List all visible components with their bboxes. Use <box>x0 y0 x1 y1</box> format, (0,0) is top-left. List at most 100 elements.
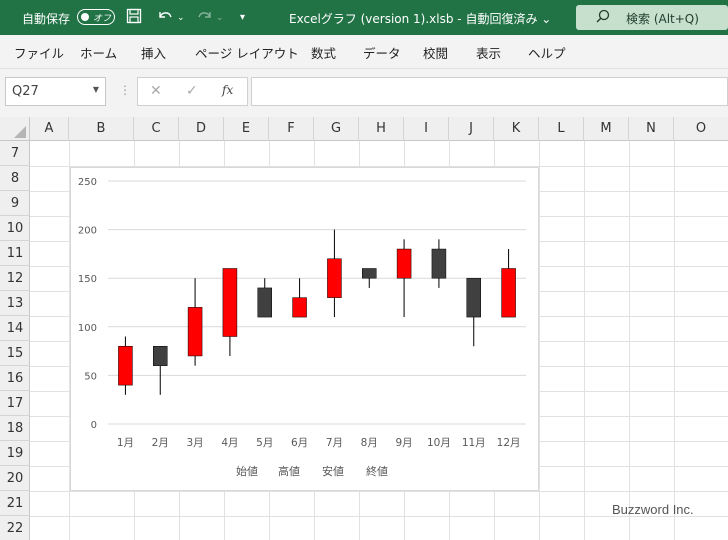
formula-bar-area: Q27 ▼ ⋮ ✕ ✓ fx <box>0 69 728 117</box>
autosave-toggle[interactable]: オフ <box>77 9 115 25</box>
undo-icon[interactable] <box>156 8 174 28</box>
row-header[interactable]: 19 <box>0 441 30 466</box>
legend-entry: 高値 <box>278 464 300 478</box>
chart-plot: 0 50 100 150 200 250 1月 2月 3月 4月 5月 6月 7月 8月 9月 10月 11月 1… <box>78 177 526 478</box>
x-tick-label: 3月 <box>186 437 203 449</box>
column-header[interactable]: I <box>404 117 449 141</box>
document-title[interactable]: Excelグラフ (version 1).xlsb - 自動回復済み ⌄ <box>289 10 551 27</box>
x-tick-label: 10月 <box>427 437 451 449</box>
column-header[interactable]: M <box>584 117 629 141</box>
cancel-icon[interactable]: ✕ <box>150 83 162 99</box>
x-tick-label: 7月 <box>326 437 343 449</box>
undo-dropdown-icon[interactable]: ⌄ <box>177 13 185 23</box>
y-tick-label: 0 <box>91 420 97 431</box>
candle-body <box>187 307 203 357</box>
candle-body <box>153 345 168 366</box>
column-header[interactable]: G <box>314 117 359 141</box>
title-bar: 自動保存 オフ ⌄ ⌄ ▾ Excelグラフ (version 1).xlsb … <box>0 0 728 35</box>
candle-body <box>396 248 412 279</box>
column-header[interactable]: F <box>269 117 314 141</box>
column-header[interactable]: H <box>359 117 404 141</box>
legend-entry: 始値 <box>236 464 258 478</box>
legend-entry: 安値 <box>322 464 344 478</box>
tab-insert[interactable]: 挿入 <box>141 43 166 62</box>
candle-body <box>501 268 516 318</box>
x-tick-label: 6月 <box>291 437 308 449</box>
x-tick-label: 4月 <box>221 437 238 449</box>
y-tick-label: 250 <box>78 177 97 188</box>
column-header[interactable]: L <box>539 117 584 141</box>
redo-dropdown-icon[interactable]: ⌄ <box>216 13 224 23</box>
select-all-button[interactable] <box>0 117 30 141</box>
tab-review[interactable]: 校閲 <box>423 43 448 62</box>
column-headers: A B C D E F G H I J K L M N O <box>0 117 728 141</box>
formula-input[interactable] <box>251 77 728 106</box>
name-box-value: Q27 <box>12 84 39 99</box>
autosave-label: 自動保存 <box>22 12 71 26</box>
row-header[interactable]: 16 <box>0 366 30 391</box>
more-options-icon[interactable]: ⋮ <box>119 83 131 97</box>
name-box[interactable]: Q27 ▼ <box>5 77 106 106</box>
y-tick-label: 100 <box>78 323 97 334</box>
candle-body <box>257 287 272 318</box>
select-all-triangle-icon <box>14 126 26 138</box>
row-header[interactable]: 21 <box>0 491 30 516</box>
autosave-state: オフ <box>93 14 112 24</box>
x-tick-label: 9月 <box>395 437 412 449</box>
tab-view[interactable]: 表示 <box>476 43 501 62</box>
candle-body <box>362 268 377 279</box>
row-header[interactable]: 22 <box>0 516 30 540</box>
insert-function-icon[interactable]: fx <box>222 83 233 97</box>
row-header[interactable]: 15 <box>0 341 30 366</box>
column-header[interactable]: A <box>30 117 69 141</box>
search-box[interactable]: 検索 (Alt+Q) <box>576 5 728 30</box>
tab-home[interactable]: ホーム <box>80 43 117 62</box>
tab-page-layout[interactable]: ページ レイアウト <box>195 43 299 62</box>
y-tick-label: 150 <box>78 274 97 285</box>
row-header[interactable]: 8 <box>0 166 30 191</box>
customize-qat-icon[interactable]: ▾ <box>240 12 245 23</box>
row-header[interactable]: 10 <box>0 216 30 241</box>
x-tick-label: 12月 <box>497 437 521 449</box>
row-header[interactable]: 18 <box>0 416 30 441</box>
row-headers: 7 8 9 10 11 12 13 14 15 16 17 18 19 20 2… <box>0 141 30 540</box>
chevron-down-icon[interactable]: ▼ <box>93 85 99 94</box>
ribbon-tabs: ファイル ホーム 挿入 ページ レイアウト 数式 データ 校閲 表示 ヘルプ <box>0 35 728 69</box>
enter-icon[interactable]: ✓ <box>186 83 198 99</box>
column-header[interactable]: D <box>179 117 224 141</box>
y-tick-label: 200 <box>78 226 97 237</box>
candle-body <box>327 258 342 298</box>
row-header[interactable]: 17 <box>0 391 30 416</box>
column-header[interactable]: O <box>674 117 728 141</box>
candle-body <box>292 297 307 318</box>
column-header[interactable]: J <box>449 117 494 141</box>
column-header[interactable]: K <box>494 117 539 141</box>
stock-chart[interactable]: 0 50 100 150 200 250 1月 2月 3月 4月 5月 6月 7月 8月 9月 10月 11月 1… <box>70 167 539 491</box>
row-header[interactable]: 20 <box>0 466 30 491</box>
x-tick-label: 1月 <box>117 437 134 449</box>
y-tick-label: 50 <box>84 371 97 382</box>
row-header[interactable]: 7 <box>0 141 30 166</box>
save-icon[interactable] <box>126 8 142 28</box>
row-header[interactable]: 11 <box>0 241 30 266</box>
tab-data[interactable]: データ <box>363 43 401 62</box>
row-header[interactable]: 9 <box>0 191 30 216</box>
watermark: Buzzword Inc. <box>612 502 694 517</box>
toggle-knob <box>81 13 89 21</box>
redo-icon[interactable] <box>196 8 214 28</box>
column-header[interactable]: C <box>134 117 179 141</box>
column-header[interactable]: B <box>69 117 134 141</box>
row-header[interactable]: 14 <box>0 316 30 341</box>
x-tick-label: 2月 <box>152 437 169 449</box>
search-icon <box>596 9 610 27</box>
tab-file[interactable]: ファイル <box>14 43 64 62</box>
row-header[interactable]: 13 <box>0 291 30 316</box>
legend-entry: 終値 <box>366 464 388 478</box>
tab-help[interactable]: ヘルプ <box>528 43 566 62</box>
tab-formulas[interactable]: 数式 <box>311 43 336 62</box>
candle-body <box>118 345 133 386</box>
column-header[interactable]: N <box>629 117 674 141</box>
column-header[interactable]: E <box>224 117 269 141</box>
row-header[interactable]: 12 <box>0 266 30 291</box>
candle-body <box>466 277 481 318</box>
